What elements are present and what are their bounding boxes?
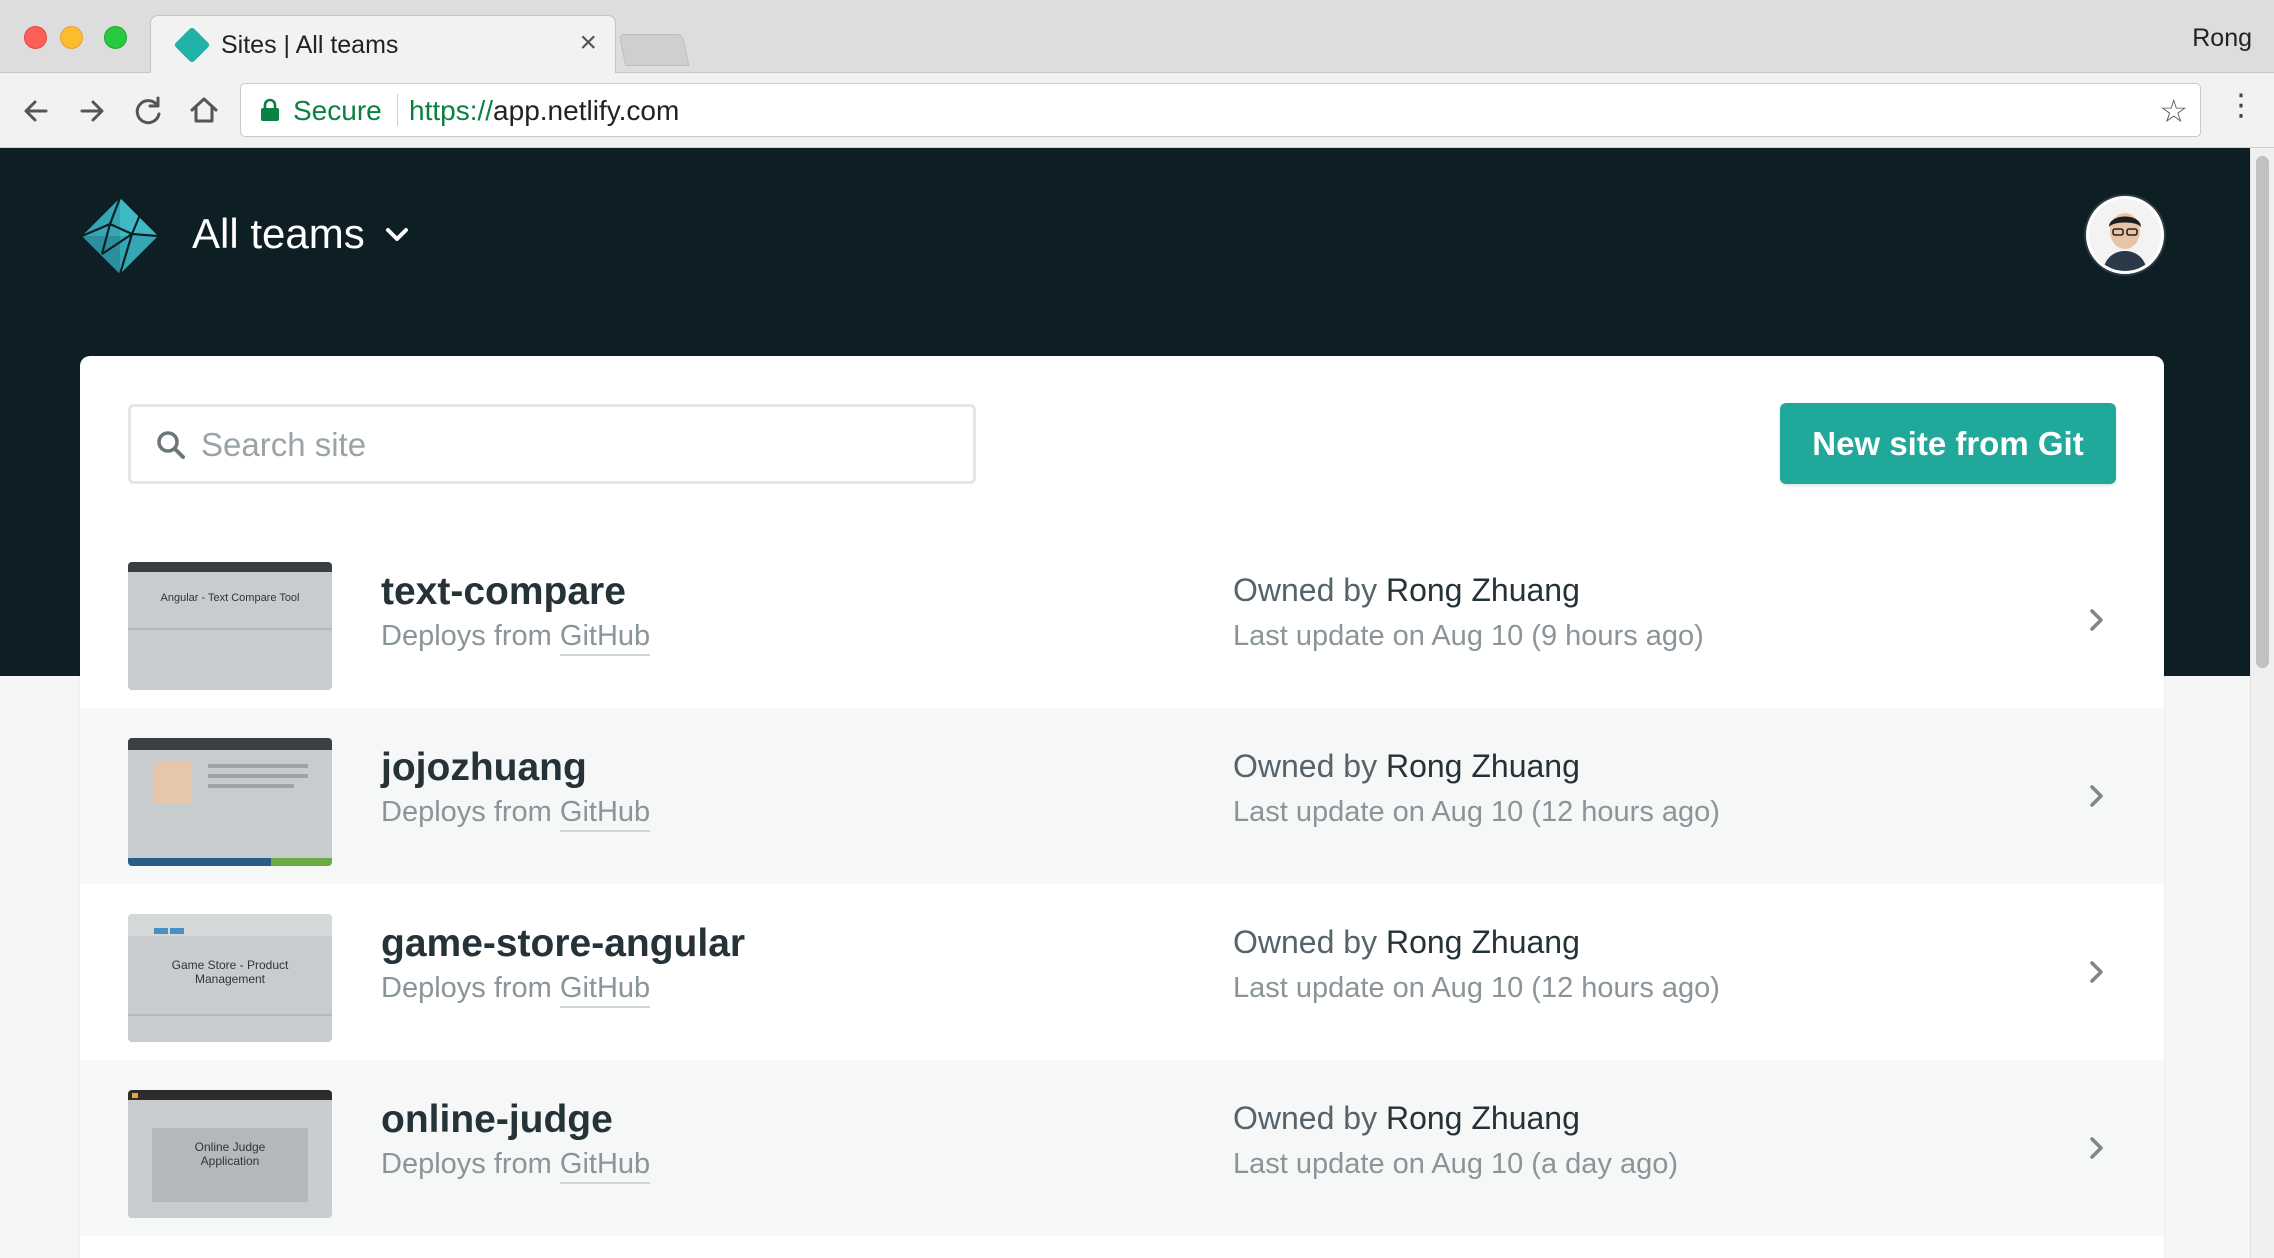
site-thumbnail: Online Judge Application [128,1090,332,1218]
netlify-favicon-icon [173,26,211,64]
window-zoom-button[interactable] [104,26,127,49]
site-name[interactable]: text-compare [381,570,626,614]
site-thumbnail [128,738,332,866]
url-host: app.netlify.com [493,95,680,126]
site-row[interactable]: jojozhuang Deploys from GitHub Owned by … [80,708,2164,884]
site-name[interactable]: jojozhuang [381,746,587,790]
address-separator [397,94,398,126]
url-scheme: https:// [409,95,494,126]
deploy-source: Deploys from GitHub [381,796,651,832]
search-input[interactable] [201,419,941,471]
menu-icon[interactable]: ⋮ [2226,91,2256,121]
secure-label: Secure [293,95,382,126]
lock-icon [261,98,279,121]
last-update: Last update on Aug 10 (12 hours ago) [1233,796,1720,828]
forward-icon[interactable] [72,91,112,131]
sites-card: New site from Git Angular - Text Compare… [80,356,2164,1258]
chevron-right-icon[interactable] [2088,783,2104,809]
thumbnail-photo [154,762,192,804]
thumbnail-divider [128,628,332,630]
deploy-source: Deploys from GitHub [381,972,651,1008]
home-icon[interactable] [184,91,224,131]
team-selector[interactable]: All teams [192,210,365,258]
browser-tab-active[interactable]: Sites | All teams × [150,15,616,74]
reload-icon[interactable] [128,91,168,131]
thumbnail-navbar [128,1090,332,1100]
netlify-logo-icon[interactable] [80,196,160,276]
window-close-button[interactable] [24,26,47,49]
provider-link[interactable]: GitHub [559,1148,651,1184]
owner-name: Rong Zhuang [1385,1100,1580,1136]
profile-name[interactable]: Rong [2192,24,2252,53]
tab-title: Sites | All teams [221,31,399,59]
search-icon [157,431,185,459]
chevron-right-icon[interactable] [2088,959,2104,985]
thumbnail-navbar [128,562,332,572]
tab-close-icon[interactable]: × [579,26,597,60]
new-tab-button[interactable] [618,34,690,66]
deploy-source: Deploys from GitHub [381,620,651,656]
owner-prefix: Owned by [1233,924,1378,960]
provider-link[interactable]: GitHub [559,620,651,656]
new-site-from-git-button[interactable]: New site from Git [1780,403,2116,484]
last-update: Last update on Aug 10 (a day ago) [1233,1148,1679,1180]
owner-prefix: Owned by [1233,748,1378,784]
window-minimize-button[interactable] [60,26,83,49]
deploy-prefix: Deploys from [381,796,552,828]
owner-info: Owned by Rong Zhuang [1233,1100,1580,1137]
chevron-down-icon[interactable] [384,226,410,244]
url-text[interactable]: https://app.netlify.com [409,95,679,127]
last-update: Last update on Aug 10 (12 hours ago) [1233,972,1720,1004]
owner-prefix: Owned by [1233,1100,1378,1136]
page-scrollbar[interactable] [2250,148,2274,1258]
star-icon[interactable]: ☆ [2159,92,2188,130]
owner-info: Owned by Rong Zhuang [1233,572,1580,609]
site-row[interactable]: Angular - Text Compare Tool text-compare… [80,532,2164,708]
deploy-prefix: Deploys from [381,620,552,652]
thumbnail-title: Game Store - Product Management [171,958,289,986]
deploy-source: Deploys from GitHub [381,1148,651,1184]
site-thumbnail: Angular - Text Compare Tool [128,562,332,690]
thumbnail-text-line [208,774,308,778]
owner-name: Rong Zhuang [1385,572,1580,608]
page: All teams New site from Git [0,148,2274,1258]
site-row[interactable]: Online Judge Application online-judge De… [80,1060,2164,1236]
thumbnail-divider [128,1014,332,1016]
site-name[interactable]: game-store-angular [381,922,745,966]
thumbnail-text-line [208,764,308,768]
thumbnail-nav-pill [154,928,168,934]
address-bar[interactable]: Secure https://app.netlify.com ☆ [240,83,2201,137]
deploy-prefix: Deploys from [381,972,552,1004]
owner-info: Owned by Rong Zhuang [1233,748,1580,785]
provider-link[interactable]: GitHub [559,796,651,832]
thumbnail-title: Angular - Text Compare Tool [160,592,300,604]
owner-info: Owned by Rong Zhuang [1233,924,1580,961]
search-box[interactable] [128,404,976,484]
site-thumbnail: Game Store - Product Management [128,914,332,1042]
site-row[interactable]: Game Store - Product Management game-sto… [80,884,2164,1060]
chevron-right-icon[interactable] [2088,607,2104,633]
thumbnail-footer [128,858,332,866]
scrollbar-thumb[interactable] [2256,156,2269,668]
site-name[interactable]: online-judge [381,1098,613,1142]
browser-toolbar: Secure https://app.netlify.com ☆ ⋮ [0,73,2274,148]
provider-link[interactable]: GitHub [559,972,651,1008]
avatar[interactable] [2086,196,2164,274]
thumbnail-nav-pill [170,928,184,934]
owner-name: Rong Zhuang [1385,748,1580,784]
deploy-prefix: Deploys from [381,1148,552,1180]
last-update: Last update on Aug 10 (9 hours ago) [1233,620,1704,652]
chevron-right-icon[interactable] [2088,1135,2104,1161]
thumbnail-text-line [208,784,294,788]
owner-prefix: Owned by [1233,572,1378,608]
browser-tab-bar: Sites | All teams × Rong [0,0,2274,74]
owner-name: Rong Zhuang [1385,924,1580,960]
back-icon[interactable] [16,91,56,131]
thumbnail-navbar [128,738,332,750]
thumbnail-title: Online Judge Application [194,1140,266,1168]
thumbnail-logo [132,1093,138,1098]
